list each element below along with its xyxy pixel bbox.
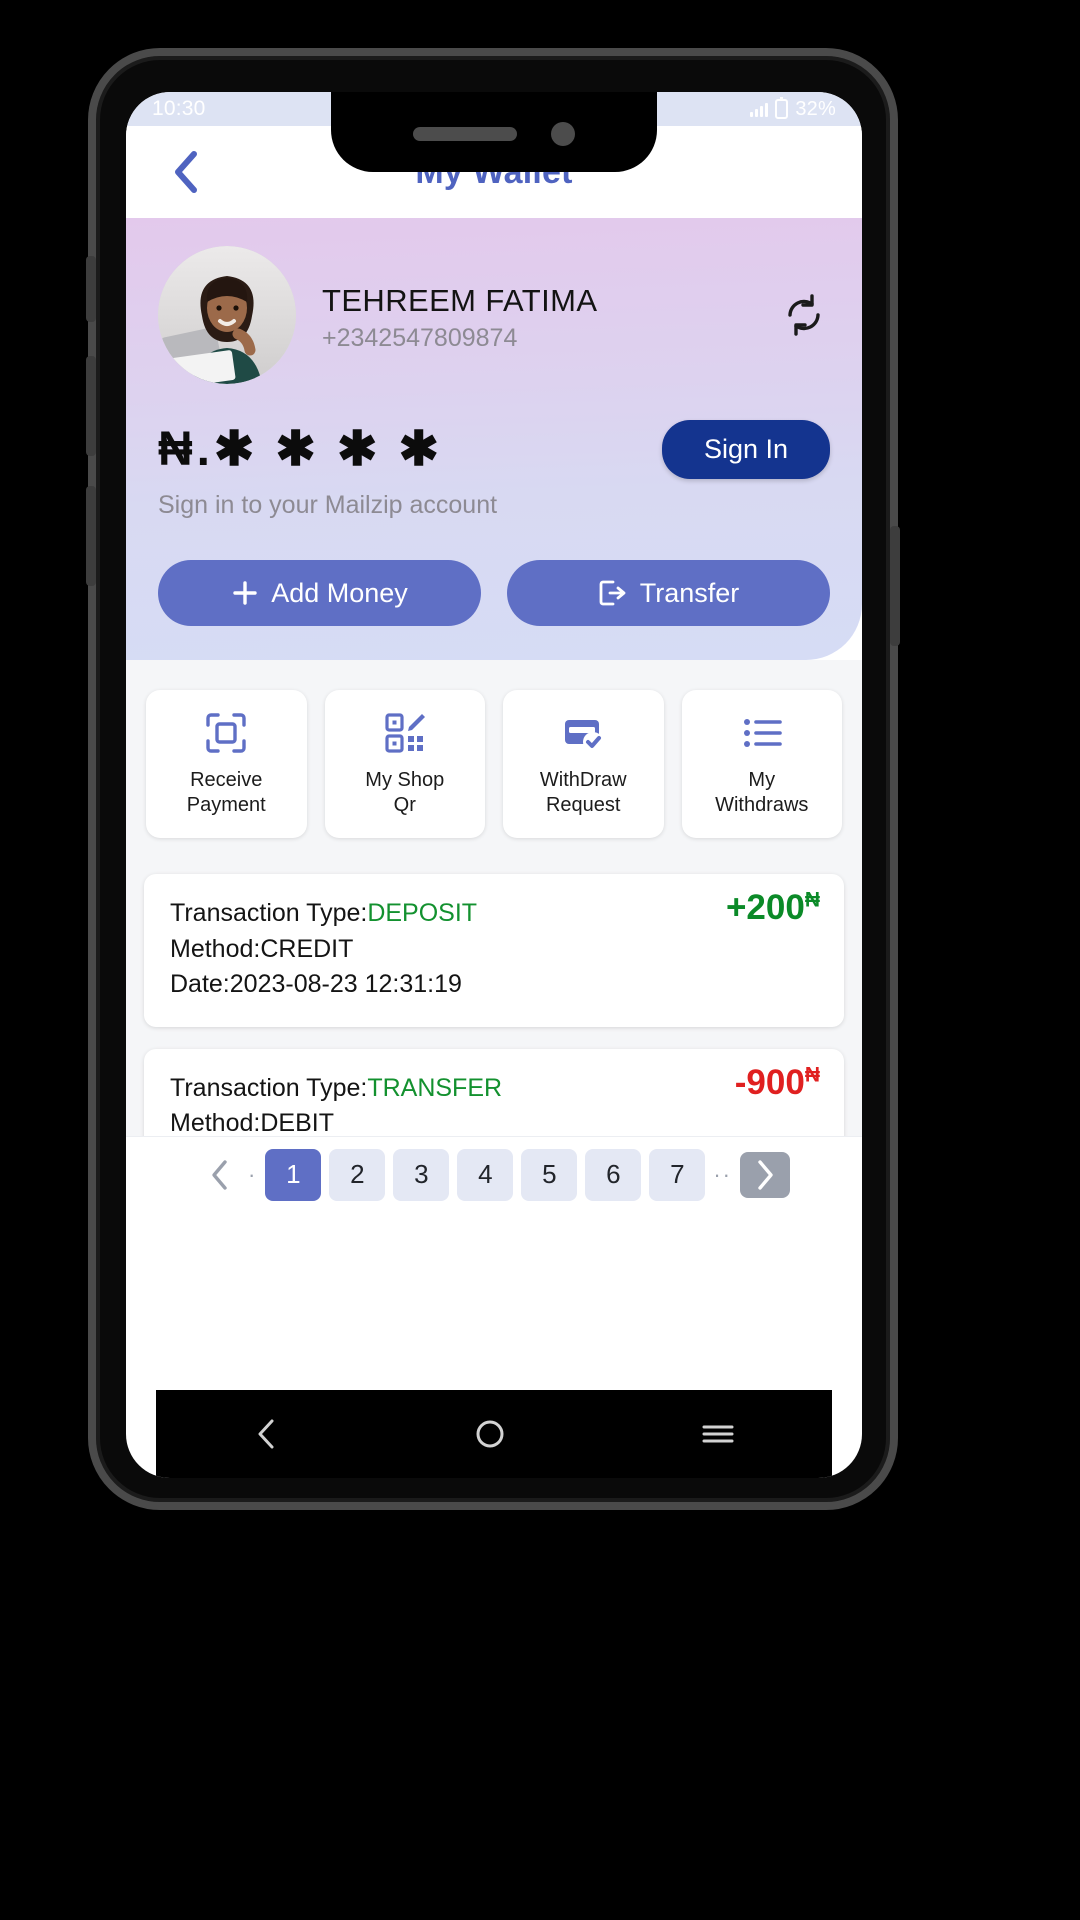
status-time: 10:30: [152, 97, 206, 120]
pagination-page-7[interactable]: 7: [649, 1148, 706, 1201]
phone-frame: 10:30 32% My Wallet: [86, 48, 900, 1510]
method-value: CREDIT: [260, 934, 354, 963]
transaction-type-line: Transaction Type:DEPOSIT: [170, 896, 818, 932]
currency-symbol: ₦: [804, 888, 820, 912]
notch: [331, 92, 657, 172]
scan-frame-icon: [204, 710, 248, 756]
back-button[interactable]: [162, 149, 208, 195]
android-navigation-bar: [156, 1390, 832, 1478]
qa-line1: Receive: [190, 769, 263, 791]
battery-percent: 32%: [795, 97, 836, 120]
date-value: 2023-08-23 12:31:19: [229, 970, 462, 998]
type-value: TRANSFER: [367, 1073, 503, 1102]
list-icon: [740, 710, 784, 756]
phone-screen: 10:30 32% My Wallet: [126, 92, 862, 1478]
pagination-left-ellipsis: ·: [248, 1161, 258, 1187]
method-label: Method:: [170, 934, 261, 963]
qa-line1: My Shop: [365, 769, 445, 791]
qa-line2: Request: [545, 794, 621, 817]
quick-action-receive-payment[interactable]: Receive Payment: [146, 690, 307, 838]
pagination-page-1[interactable]: 1: [265, 1148, 322, 1201]
add-money-label: Add Money: [271, 577, 408, 608]
balance-amount: ₦.✱ ✱ ✱ ✱: [158, 422, 443, 476]
transaction-method-line: Method:CREDIT: [170, 932, 818, 968]
quick-action-label: My Withdraws: [715, 768, 808, 818]
hero-actions: Add Money Transfer: [158, 560, 830, 626]
qa-line1: My: [748, 769, 776, 791]
quick-action-withdraw-request[interactable]: WithDraw Request: [503, 690, 664, 838]
wallet-hero-card: TEHREEM FATIMA +2342547809874 ₦.✱ ✱ ✱ ✱ …: [126, 218, 862, 660]
transaction-amount: +200₦: [726, 888, 820, 928]
transfer-label: Transfer: [639, 577, 740, 608]
card-check-icon: [561, 710, 605, 756]
method-value: DEBIT: [260, 1109, 334, 1137]
pagination-page-5[interactable]: 5: [521, 1148, 578, 1201]
quick-actions-row: Receive Payment My Shop Qr WithDraw Requ…: [126, 660, 862, 860]
pagination-prev-button[interactable]: [198, 1152, 240, 1198]
battery-icon: [775, 97, 789, 119]
type-label: Transaction Type:: [170, 899, 368, 927]
sign-in-button[interactable]: Sign In: [661, 420, 830, 479]
signal-bars-icon: [750, 102, 769, 117]
chevron-left-icon: [212, 1159, 227, 1190]
qa-line2: Qr: [393, 794, 416, 817]
qr-edit-icon: [383, 710, 427, 756]
back-triangle-icon[interactable]: [253, 1417, 279, 1451]
profile-text: TEHREEM FATIMA +2342547809874: [322, 277, 752, 354]
refresh-glyph: [788, 294, 820, 336]
type-label: Transaction Type:: [170, 1073, 368, 1102]
pagination-page-2[interactable]: 2: [329, 1148, 386, 1201]
pagination-right-ellipsis: ··: [713, 1161, 732, 1187]
balance-subtitle: Sign in to your Mailzip account: [158, 491, 498, 519]
status-indicators: 32%: [750, 97, 836, 121]
avatar-image: [158, 246, 296, 384]
add-money-button[interactable]: Add Money: [158, 560, 481, 626]
pagination-page-3[interactable]: 3: [393, 1148, 450, 1201]
balance-row: ₦.✱ ✱ ✱ ✱ Sign In: [158, 420, 830, 479]
transaction-list[interactable]: +200₦ Transaction Type:DEPOSIT Method:CR…: [126, 860, 862, 1212]
quick-action-my-withdraws[interactable]: My Withdraws: [681, 690, 842, 838]
pagination-next-button[interactable]: [739, 1151, 790, 1198]
refresh-icon[interactable]: [778, 289, 830, 341]
quick-action-label: Receive Payment: [187, 768, 266, 818]
pagination-page-4[interactable]: 4: [457, 1148, 514, 1201]
type-value: DEPOSIT: [367, 899, 478, 927]
mute-switch[interactable]: [86, 256, 96, 322]
pagination-page-6[interactable]: 6: [585, 1148, 642, 1201]
profile-phone: +2342547809874: [322, 324, 518, 353]
transaction-date-line: Date:2023-08-23 12:31:19: [170, 967, 818, 1003]
method-label: Method:: [170, 1109, 261, 1137]
chevron-left-icon: [175, 151, 197, 193]
amount-value: +200: [725, 888, 805, 927]
volume-up-button[interactable]: [86, 356, 96, 456]
transfer-button[interactable]: Transfer: [507, 560, 830, 626]
plus-icon: [233, 581, 257, 605]
recents-menu-icon[interactable]: [701, 1419, 735, 1449]
amount-value: -900: [734, 1062, 805, 1102]
home-circle-icon[interactable]: [474, 1418, 506, 1450]
pagination-bar: · 1 2 3 4 5 6 7 ··: [126, 1136, 862, 1212]
currency-symbol: ₦: [804, 1062, 820, 1086]
profile-row: TEHREEM FATIMA +2342547809874: [158, 246, 830, 384]
transaction-amount: -900₦: [735, 1063, 820, 1103]
quick-action-my-shop-qr[interactable]: My Shop Qr: [324, 690, 485, 838]
chevron-right-icon: [758, 1159, 773, 1190]
date-label: Date:: [170, 970, 230, 998]
quick-action-label: WithDraw Request: [540, 768, 627, 818]
profile-name: TEHREEM FATIMA: [322, 282, 598, 318]
earpiece-speaker: [413, 127, 517, 141]
export-arrow-icon: [599, 580, 626, 606]
avatar[interactable]: [158, 246, 296, 384]
qa-line1: WithDraw: [539, 769, 627, 791]
qa-line2: Withdraws: [715, 794, 809, 817]
quick-action-label: My Shop Qr: [365, 768, 444, 818]
volume-down-button[interactable]: [86, 486, 96, 586]
power-button[interactable]: [890, 526, 900, 646]
transaction-type-line: Transaction Type:TRANSFER: [170, 1071, 818, 1107]
front-camera: [551, 122, 575, 146]
qa-line2: Payment: [186, 794, 266, 817]
transaction-row[interactable]: +200₦ Transaction Type:DEPOSIT Method:CR…: [144, 874, 844, 1027]
